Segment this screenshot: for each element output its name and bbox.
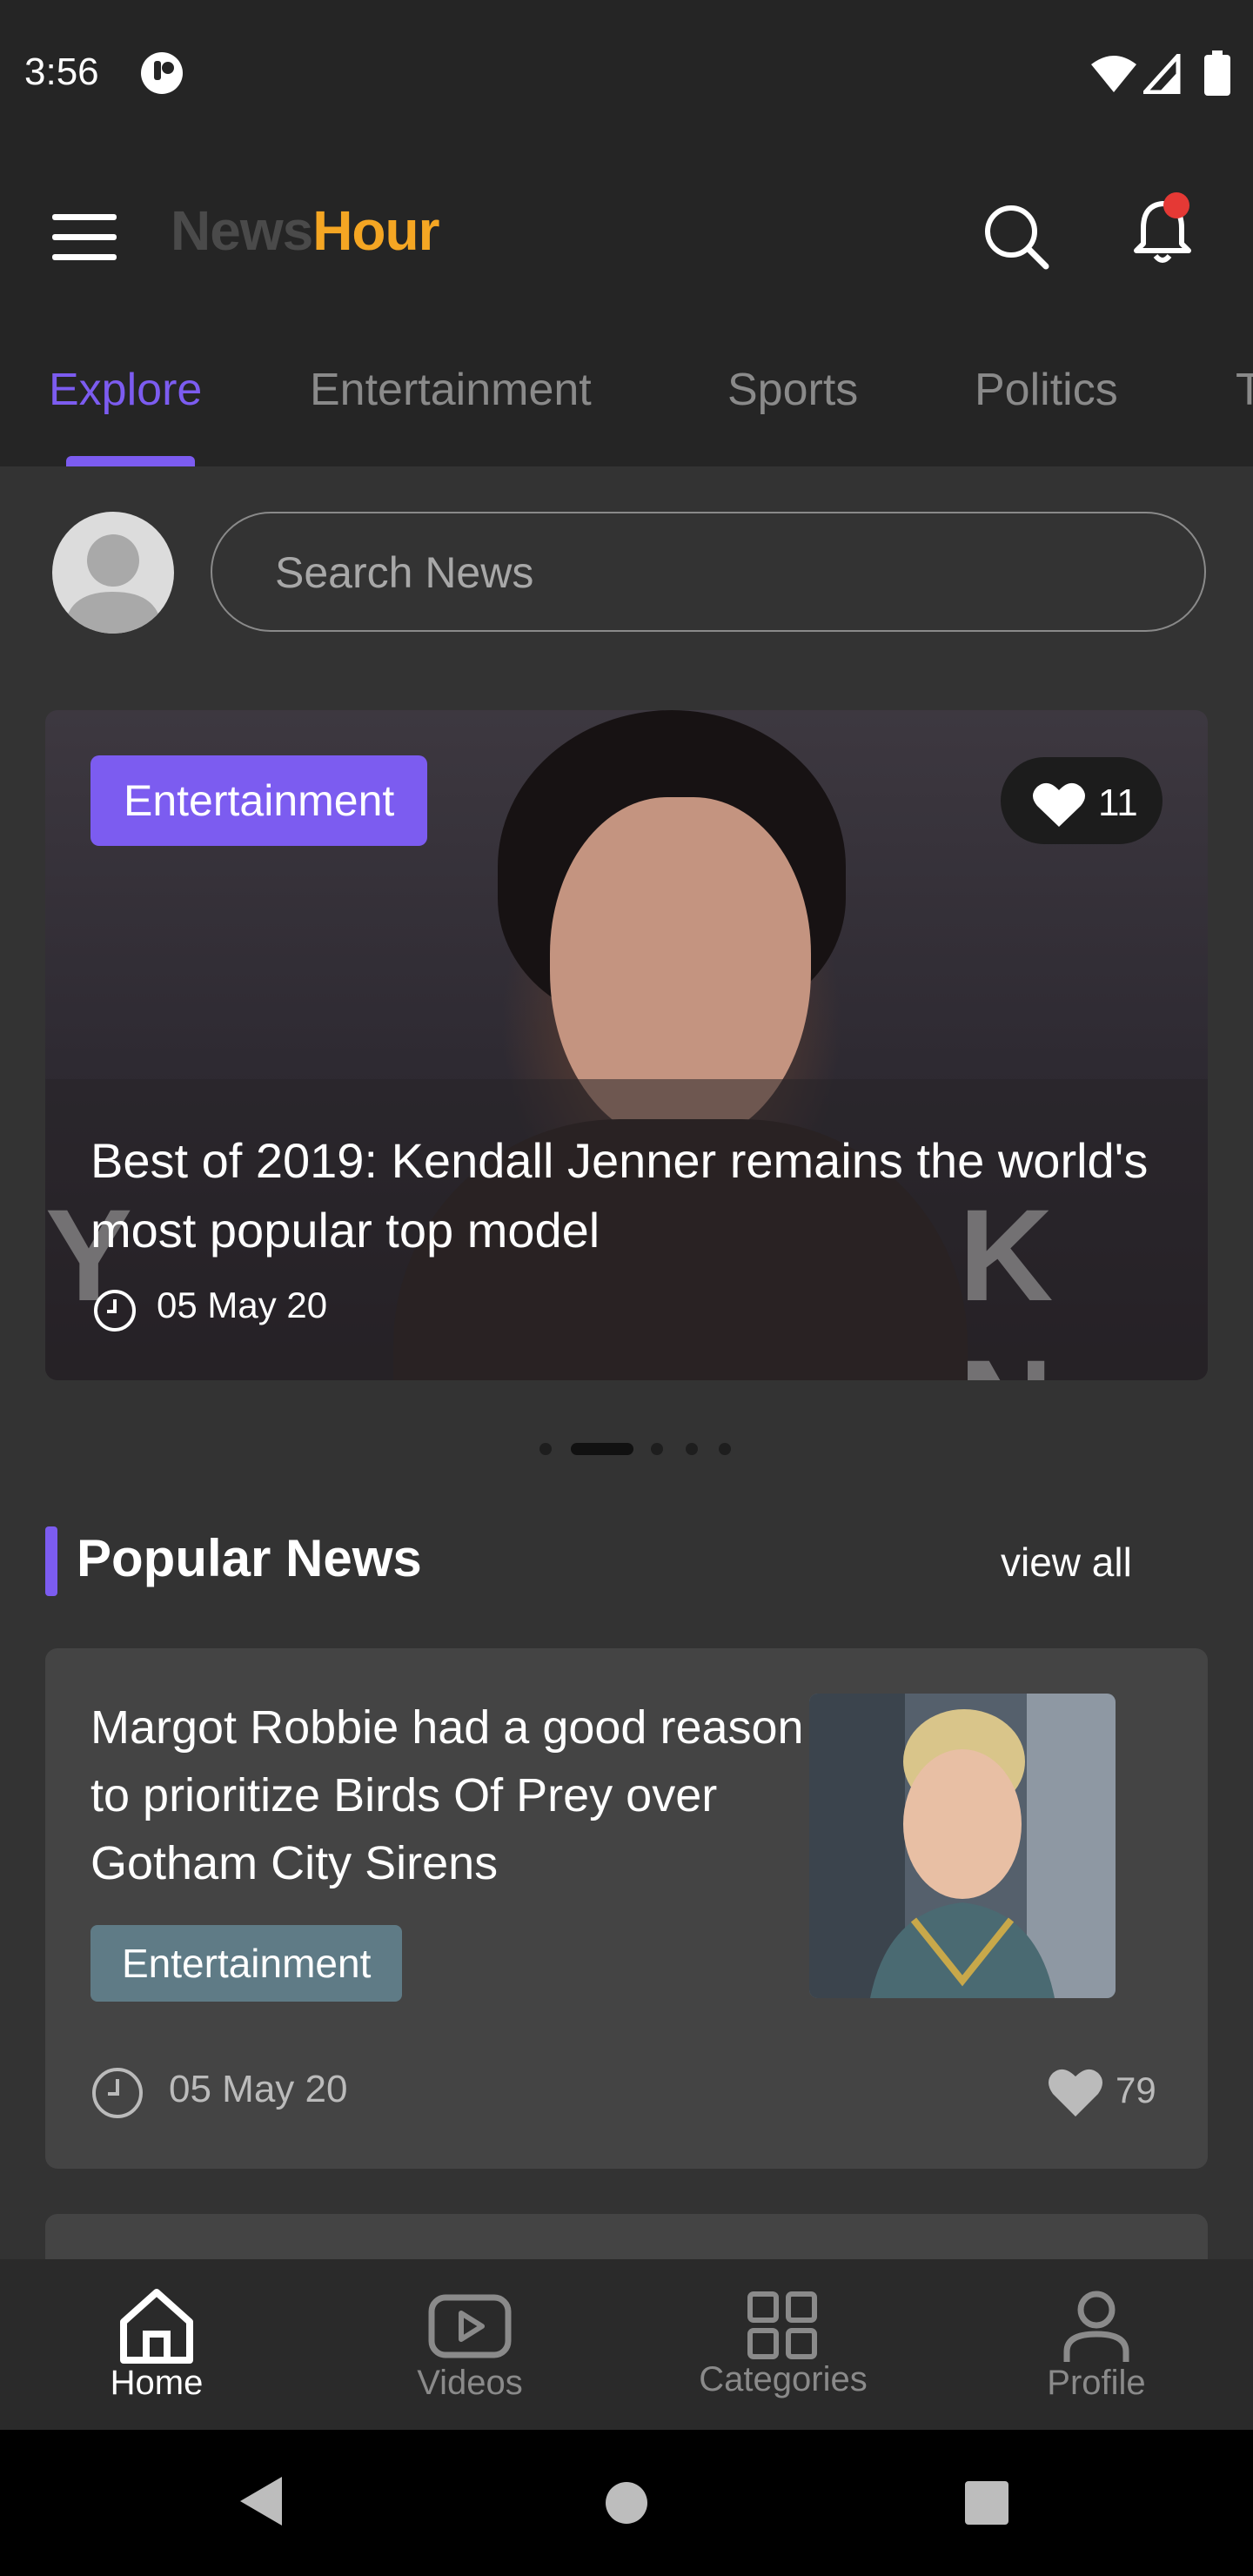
clock-icon xyxy=(94,1290,136,1332)
tab-sports[interactable]: Sports xyxy=(727,364,858,416)
notification-dot xyxy=(1163,192,1189,218)
featured-title: Best of 2019: Kendall Jenner remains the… xyxy=(90,1133,1149,1258)
grid-icon xyxy=(747,2291,817,2359)
news-category-badge[interactable]: Entertainment xyxy=(90,1925,403,2002)
menu-icon[interactable] xyxy=(50,212,118,263)
video-icon xyxy=(428,2294,512,2358)
nav-categories[interactable]: Categories xyxy=(626,2259,940,2430)
avatar[interactable] xyxy=(52,512,174,634)
featured-card[interactable]: Y K N Entertainment 11 Best of 2019: Ken… xyxy=(45,710,1208,1380)
featured-category-badge[interactable]: Entertainment xyxy=(90,755,428,846)
tab-indicator xyxy=(66,456,195,466)
system-navigation-bar xyxy=(0,2430,1253,2576)
status-bar: 3:56 xyxy=(0,0,1253,153)
status-time: 3:56 xyxy=(24,50,99,93)
clock-icon xyxy=(92,2068,143,2118)
nav-videos[interactable]: Videos xyxy=(313,2259,626,2430)
search-input[interactable] xyxy=(273,513,1147,632)
nav-label: Home xyxy=(110,2364,204,2402)
back-icon[interactable] xyxy=(237,2473,285,2529)
battery-icon xyxy=(1204,50,1230,96)
news-thumbnail-image xyxy=(809,1694,1116,1998)
nav-label: Videos xyxy=(417,2364,523,2402)
app-notification-icon xyxy=(141,52,183,94)
featured-date: 05 May 20 xyxy=(157,1285,328,1325)
news-like-count: 79 xyxy=(1116,2070,1156,2110)
home-icon xyxy=(120,2289,193,2364)
view-all-link[interactable]: view all xyxy=(1001,1539,1132,1586)
featured-like-count: 11 xyxy=(1098,782,1138,824)
home-circle-icon[interactable] xyxy=(604,2480,649,2526)
person-icon xyxy=(1063,2291,1129,2362)
tab-politics[interactable]: Politics xyxy=(975,364,1118,416)
nav-home[interactable]: Home xyxy=(0,2259,313,2430)
brand-part2: Hour xyxy=(312,199,439,262)
news-date: 05 May 20 xyxy=(169,2068,348,2110)
section-accent-bar xyxy=(45,1526,57,1596)
bottom-navigation: Home Videos Categories Profile xyxy=(0,2259,1253,2430)
carousel-dot[interactable] xyxy=(651,1443,663,1455)
notification-bell-icon[interactable] xyxy=(1131,188,1201,266)
brand-part1: News xyxy=(171,199,313,262)
news-card[interactable]: Margot Robbie had a good reason to prior… xyxy=(45,1648,1208,2169)
heart-icon xyxy=(1033,782,1085,827)
avatar-placeholder-icon xyxy=(64,534,162,634)
news-title: Margot Robbie had a good reason to prior… xyxy=(90,1701,804,1889)
carousel-dot[interactable] xyxy=(539,1443,552,1455)
recents-icon[interactable] xyxy=(964,2480,1009,2526)
search-icon[interactable] xyxy=(983,204,1049,270)
section-title: Popular News xyxy=(77,1529,422,1587)
signal-icon xyxy=(1143,54,1181,94)
nav-label: Categories xyxy=(699,2360,868,2398)
featured-like-button[interactable]: 11 xyxy=(1001,757,1163,844)
carousel-dot[interactable] xyxy=(719,1443,731,1455)
tab-more[interactable]: T xyxy=(1236,364,1253,416)
app-logo: NewsHour xyxy=(171,198,440,263)
wifi-icon xyxy=(1091,56,1136,92)
tab-entertainment[interactable]: Entertainment xyxy=(310,364,592,416)
tab-explore[interactable]: Explore xyxy=(49,364,202,416)
carousel-dot[interactable] xyxy=(686,1443,698,1455)
search-box[interactable] xyxy=(211,512,1206,632)
nav-label: Profile xyxy=(1047,2364,1146,2402)
nav-profile[interactable]: Profile xyxy=(940,2259,1253,2430)
heart-icon[interactable] xyxy=(1048,2068,1103,2118)
carousel-dot-active[interactable] xyxy=(571,1443,633,1455)
news-thumbnail xyxy=(809,1694,1116,1998)
